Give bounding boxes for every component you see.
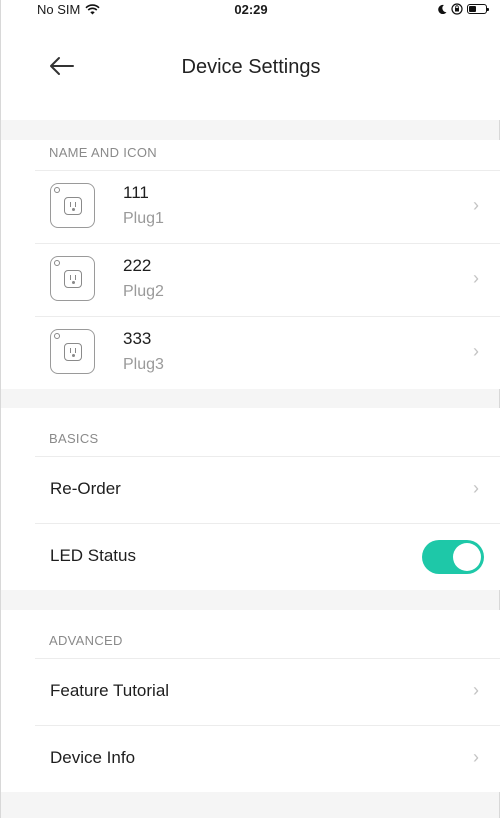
device-row-333[interactable]: 333 Plug3 › [1, 316, 500, 389]
led-status-label: LED Status [50, 546, 136, 565]
divider [35, 170, 500, 171]
chevron-right-icon: › [473, 341, 479, 361]
reorder-row[interactable]: Re-Order › [1, 456, 500, 523]
divider [35, 658, 500, 659]
smart-plug-icon [50, 256, 95, 301]
device-model: Plug2 [123, 283, 164, 300]
moon-icon [438, 4, 447, 14]
section-header-basics: BASICS [1, 408, 500, 456]
status-right [437, 3, 489, 15]
chevron-right-icon: › [473, 478, 479, 498]
status-time: 02:29 [234, 2, 268, 17]
device-name: 333 [123, 329, 152, 348]
section-header-name-and-icon: NAME AND ICON [1, 140, 500, 170]
section-header-advanced: ADVANCED [1, 610, 500, 658]
device-settings-screen: No SIM 02:29 Device Settings NAME AND IC… [0, 0, 500, 818]
divider [35, 243, 500, 244]
led-status-row: LED Status [1, 523, 500, 590]
device-name: 111 [123, 183, 149, 202]
page-title: Device Settings [181, 56, 321, 78]
section-title: NAME AND ICON [49, 145, 157, 160]
divider [35, 523, 500, 524]
divider [35, 725, 500, 726]
chevron-right-icon: › [473, 195, 479, 215]
device-model: Plug1 [123, 210, 164, 227]
reorder-label: Re-Order [50, 479, 121, 498]
status-bar: No SIM 02:29 [1, 0, 500, 20]
divider [35, 456, 500, 457]
chevron-right-icon: › [473, 680, 479, 700]
device-model: Plug3 [123, 356, 164, 373]
chevron-right-icon: › [473, 268, 479, 288]
feature-tutorial-row[interactable]: Feature Tutorial › [1, 658, 500, 725]
orientation-lock-icon [451, 3, 463, 15]
header: Device Settings [1, 20, 500, 120]
device-name: 222 [123, 256, 152, 275]
device-info-row[interactable]: Device Info › [1, 725, 500, 792]
divider [35, 316, 500, 317]
feature-tutorial-label: Feature Tutorial [50, 681, 170, 700]
battery-icon [467, 4, 489, 14]
device-row-222[interactable]: 222 Plug2 › [1, 243, 500, 316]
led-status-toggle[interactable] [422, 540, 484, 574]
chevron-right-icon: › [473, 747, 479, 767]
smart-plug-icon [50, 329, 95, 374]
toggle-knob [453, 543, 481, 571]
device-info-label: Device Info [50, 748, 136, 767]
section-title: ADVANCED [49, 633, 123, 648]
section-title: BASICS [49, 431, 99, 446]
device-row-111[interactable]: 111 Plug1 › [1, 170, 500, 243]
smart-plug-icon [50, 183, 95, 228]
